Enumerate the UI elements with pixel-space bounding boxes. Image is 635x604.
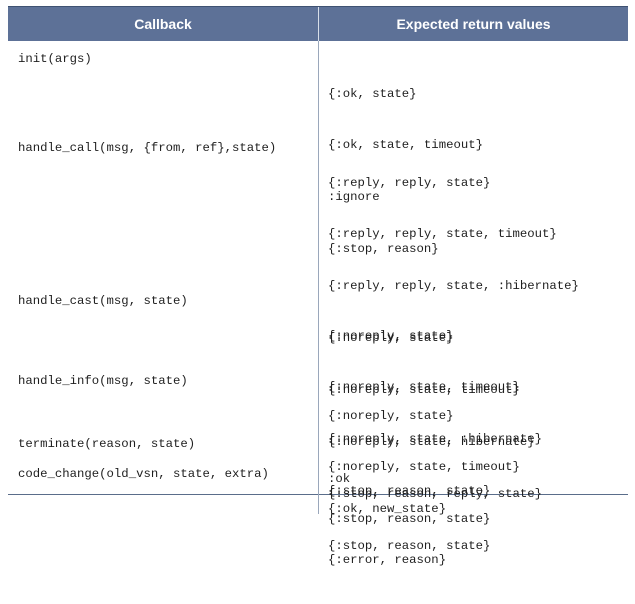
return-value: {:reply, reply, state}	[328, 175, 491, 190]
table-body: init(args) {:ok, state} {:ok, state, tim…	[8, 41, 628, 568]
return-values: {:noreply, state} {:noreply, state, time…	[318, 373, 628, 527]
return-values: :ok	[318, 436, 628, 486]
callback-name: terminate(reason, state)	[18, 437, 196, 451]
return-value: {:noreply, state}	[328, 408, 454, 423]
return-value: {:error, reason}	[328, 553, 447, 568]
return-value: {:ok, state}	[328, 86, 417, 101]
callbacks-table: Callback Expected return values init(arg…	[8, 6, 628, 567]
callback-name: handle_call(msg, {from, ref},state)	[18, 141, 277, 155]
return-values: {:ok, new_state} {:error, reason}	[318, 466, 628, 568]
return-values: {:noreply, state} {:noreply, state, time…	[318, 293, 628, 499]
callback-name: code_change(old_vsn, state, extra)	[18, 467, 269, 481]
return-values: {:reply, reply, state} {:reply, reply, s…	[318, 140, 628, 553]
column-header-callback: Callback	[134, 16, 192, 32]
column-divider	[318, 41, 319, 514]
callback-name: handle_info(msg, state)	[18, 374, 188, 388]
return-value: {:reply, reply, state, timeout}	[328, 227, 557, 242]
callback-name: handle_cast(msg, state)	[18, 294, 188, 308]
column-header-expected-return-values: Expected return values	[318, 7, 628, 41]
return-value: {:ok, new_state}	[328, 501, 447, 516]
callback-name: init(args)	[18, 52, 92, 66]
table-header: Callback Expected return values	[8, 6, 628, 41]
return-values: {:ok, state} {:ok, state, timeout} :igno…	[318, 51, 628, 257]
return-value: {:noreply, state}	[328, 328, 454, 343]
